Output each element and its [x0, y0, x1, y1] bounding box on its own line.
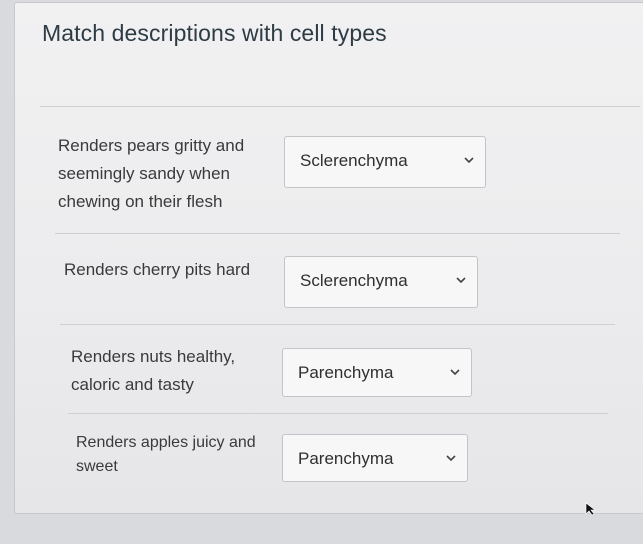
match-description-3: Renders nuts healthy, caloric and tasty	[71, 343, 235, 399]
match-description-4: Renders apples juicy and sweet	[76, 431, 256, 479]
selected-value: Sclerenchyma	[300, 151, 408, 170]
description-line: chewing on their flesh	[58, 192, 223, 211]
cell-type-select-3[interactable]: Parenchyma	[282, 348, 472, 397]
selected-value: Sclerenchyma	[300, 271, 408, 290]
description-line: Renders pears gritty and	[58, 136, 245, 155]
cell-type-select-2[interactable]: Sclerenchyma	[284, 256, 478, 308]
mouse-cursor-icon	[585, 502, 596, 516]
chevron-down-icon	[464, 157, 474, 164]
description-line: Renders nuts healthy,	[71, 347, 236, 366]
question-title: Match descriptions with cell types	[42, 20, 387, 46]
description-line: sweet	[76, 458, 118, 475]
description-line: seemingly sandy when	[58, 164, 230, 183]
cell-type-select-1[interactable]: Sclerenchyma	[284, 136, 486, 188]
match-description-2: Renders cherry pits hard	[64, 256, 250, 284]
chevron-down-icon	[456, 277, 466, 284]
match-description-1: Renders pears gritty and seemingly sandy…	[58, 132, 244, 216]
chevron-down-icon	[450, 369, 460, 376]
selected-value: Parenchyma	[298, 363, 394, 382]
cell-type-select-4[interactable]: Parenchyma	[282, 434, 468, 482]
divider	[40, 106, 640, 107]
description-line: caloric and tasty	[71, 375, 194, 394]
selected-value: Parenchyma	[298, 449, 394, 468]
divider	[55, 233, 620, 234]
description-line: Renders cherry pits hard	[64, 260, 251, 279]
divider	[60, 324, 615, 325]
chevron-down-icon	[446, 455, 456, 462]
description-line: Renders apples juicy and	[76, 434, 256, 451]
divider	[68, 413, 608, 414]
